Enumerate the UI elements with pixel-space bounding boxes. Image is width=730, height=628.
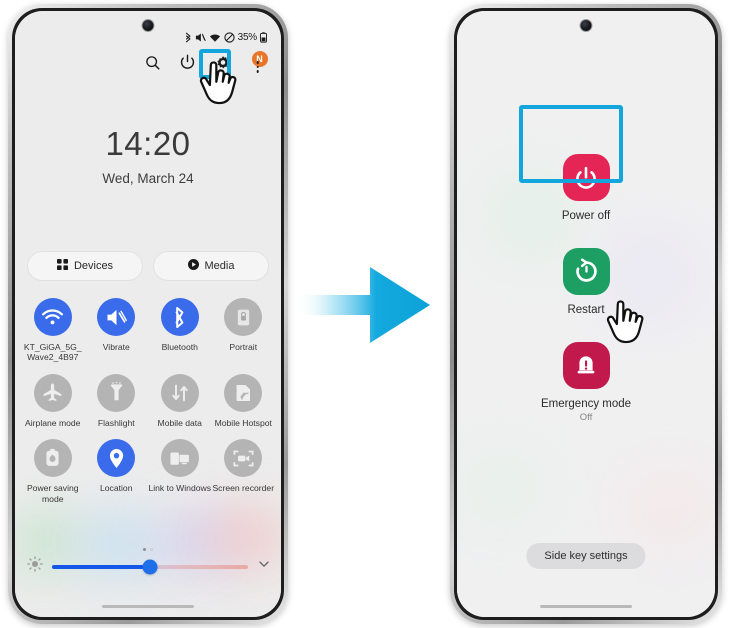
hotspot-icon: [224, 373, 263, 412]
tile-flashlight[interactable]: Flashlight: [85, 373, 149, 428]
battery-icon: [260, 32, 267, 43]
tile-vibrate[interactable]: Vibrate: [85, 298, 149, 363]
power-off-label: Power off: [561, 210, 611, 222]
kebab-dots: [256, 61, 259, 75]
right-phone-device: Power off Restart Emergency mode Off Sid…: [450, 4, 722, 624]
vibrate-icon: [195, 32, 206, 43]
tile-mobile-data[interactable]: Mobile data: [148, 373, 212, 428]
tile-mobile-hotspot[interactable]: Mobile Hotspot: [212, 373, 276, 428]
do-not-disturb-icon: [223, 32, 235, 43]
media-play-icon: [187, 259, 199, 273]
vibrate-icon: [97, 298, 136, 336]
restart-option[interactable]: Restart: [457, 248, 715, 316]
tile-label: Portrait: [229, 342, 258, 352]
tile-row-3: Power saving mode Location Link to Windo…: [21, 439, 275, 504]
brightness-slider-knob[interactable]: [142, 559, 158, 574]
home-indicator-bar[interactable]: [540, 604, 632, 608]
power-menu-screen: Power off Restart Emergency mode Off Sid…: [457, 11, 715, 617]
side-key-settings-button[interactable]: Side key settings: [526, 543, 646, 569]
chevron-down-icon[interactable]: [257, 557, 271, 576]
wifi-icon: [33, 298, 72, 336]
page-indicator: [143, 548, 153, 551]
media-label: Media: [204, 260, 235, 272]
emergency-mode-icon: [562, 342, 610, 389]
quick-settings-panel: 35% N 14:20 Wed, March 24 Devices Media …: [15, 11, 281, 617]
tile-label: Flashlight: [97, 417, 135, 428]
tutorial-illustration: 35% N 14:20 Wed, March 24 Devices Media …: [0, 0, 730, 628]
battery-percent-label: 35%: [237, 32, 258, 43]
link-to-windows-icon: [160, 439, 199, 478]
left-phone-bezel: 35% N 14:20 Wed, March 24 Devices Media …: [12, 8, 284, 620]
rotation-lock-icon: [224, 298, 263, 336]
brightness-control: [27, 556, 271, 577]
front-camera-punch-hole: [580, 20, 592, 31]
notification-badge: N: [251, 50, 268, 67]
tile-location[interactable]: Location: [85, 439, 149, 504]
power-saving-icon: [33, 439, 72, 478]
devices-grid-icon: [56, 259, 68, 273]
tile-label: Bluetooth: [161, 342, 198, 352]
restart-icon: [562, 248, 610, 295]
tile-portrait[interactable]: Portrait: [212, 298, 276, 363]
brightness-slider[interactable]: [52, 559, 248, 574]
mobile-data-icon: [160, 373, 199, 412]
tile-airplane-mode[interactable]: Airplane mode: [21, 373, 85, 428]
flow-arrow: [296, 255, 432, 355]
quick-panel-header-icons: N: [142, 50, 268, 75]
tile-row-2: Airplane mode Flashlight Mobile data Mob…: [21, 373, 276, 428]
devices-button[interactable]: Devices: [27, 251, 143, 281]
tile-label: Link to Windows: [148, 483, 212, 494]
tile-label: Mobile Hotspot: [214, 417, 272, 428]
quick-settings-tiles: KT_GiGA_5G_Wave2_4B97 Vibrate Bluetooth …: [21, 298, 275, 515]
emergency-mode-label: Emergency mode: [540, 398, 632, 410]
brightness-slider-fill: [52, 564, 150, 569]
tile-label: Mobile data: [157, 417, 202, 428]
location-pin-icon: [97, 439, 136, 478]
clock-time: 14:20: [105, 125, 191, 162]
power-off-option[interactable]: Power off: [457, 154, 715, 222]
airplane-icon: [33, 373, 72, 412]
tile-wifi[interactable]: KT_GiGA_5G_Wave2_4B97: [21, 298, 85, 363]
restart-label: Restart: [567, 304, 605, 316]
power-icon[interactable]: [177, 52, 198, 73]
clock-block: 14:20 Wed, March 24: [15, 127, 281, 186]
media-button[interactable]: Media: [153, 251, 269, 281]
left-phone-screen: 35% N 14:20 Wed, March 24 Devices Media …: [15, 11, 281, 617]
screen-recorder-icon: [224, 439, 263, 478]
bluetooth-icon: [160, 298, 199, 336]
devices-label: Devices: [73, 260, 114, 272]
tile-bluetooth[interactable]: Bluetooth: [148, 298, 212, 363]
tile-label: Location: [100, 483, 133, 494]
gear-icon[interactable]: [212, 52, 233, 73]
tile-label: KT_GiGA_5G_Wave2_4B97: [23, 342, 82, 363]
flashlight-icon: [97, 373, 136, 412]
tile-label: Screen recorder: [212, 483, 275, 494]
clock-date: Wed, March 24: [102, 171, 194, 186]
tile-label: Airplane mode: [25, 417, 81, 428]
power-menu-options: Power off Restart Emergency mode Off: [457, 154, 715, 449]
right-phone-bezel: Power off Restart Emergency mode Off Sid…: [454, 8, 718, 620]
brightness-icon: [27, 556, 43, 577]
tile-label: Power saving mode: [26, 483, 79, 504]
tile-screen-recorder[interactable]: Screen recorder: [212, 439, 276, 504]
emergency-mode-option[interactable]: Emergency mode Off: [457, 342, 715, 423]
tile-link-to-windows[interactable]: Link to Windows: [148, 439, 212, 504]
front-camera-punch-hole: [142, 20, 154, 31]
bluetooth-icon: [184, 32, 192, 43]
tile-power-saving-mode[interactable]: Power saving mode: [21, 439, 85, 504]
status-bar: 35%: [184, 32, 267, 43]
tile-label: Vibrate: [102, 342, 130, 352]
right-phone-screen: Power off Restart Emergency mode Off Sid…: [457, 11, 715, 617]
quick-panel-pill-row: Devices Media: [27, 251, 269, 281]
home-indicator-bar[interactable]: [102, 604, 194, 608]
tile-row-1: KT_GiGA_5G_Wave2_4B97 Vibrate Bluetooth …: [21, 298, 275, 363]
power-off-icon: [562, 154, 610, 201]
left-phone-device: 35% N 14:20 Wed, March 24 Devices Media …: [8, 4, 288, 624]
search-icon[interactable]: [142, 52, 163, 73]
wifi-icon: [209, 33, 221, 43]
more-options-icon[interactable]: N: [247, 50, 268, 75]
emergency-mode-status: Off: [579, 412, 593, 423]
